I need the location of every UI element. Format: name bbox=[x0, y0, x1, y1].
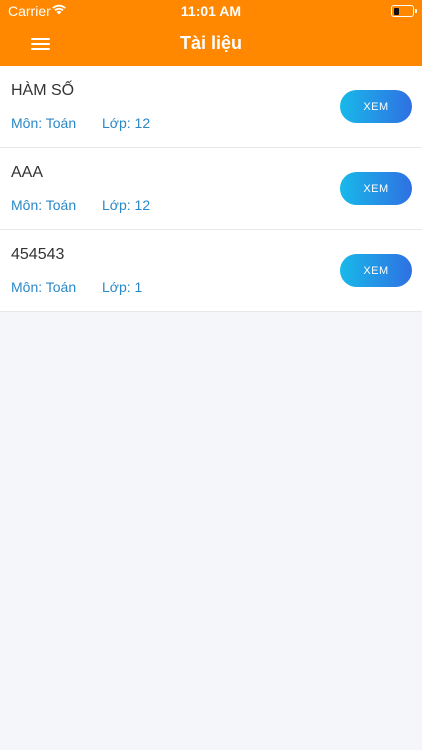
status-time: 11:01 AM bbox=[180, 3, 242, 19]
page-title: Tài liệu bbox=[179, 33, 242, 53]
document-subject: Môn: Toán bbox=[11, 279, 77, 295]
list-item: HÀM SỐ Môn: Toán Lớp: 12 XEM bbox=[0, 66, 422, 148]
document-title: HÀM SỐ bbox=[11, 82, 75, 99]
document-title: AAA bbox=[11, 164, 44, 181]
document-list: HÀM SỐ Môn: Toán Lớp: 12 XEM AAA Môn: To… bbox=[0, 66, 422, 312]
battery-level bbox=[393, 7, 399, 15]
document-grade: Lớp: 1 bbox=[102, 279, 143, 295]
view-button[interactable]: XEM bbox=[340, 90, 412, 123]
document-grade: Lớp: 12 bbox=[102, 197, 151, 213]
status-bar: Carrier 11:01 AM bbox=[0, 0, 422, 22]
view-button[interactable]: XEM bbox=[340, 172, 412, 205]
list-item: 454543 Môn: Toán Lớp: 1 XEM bbox=[0, 230, 422, 312]
view-button[interactable]: XEM bbox=[340, 254, 412, 287]
nav-bar: Tài liệu bbox=[0, 22, 422, 66]
battery-icon bbox=[391, 5, 417, 17]
document-grade: Lớp: 12 bbox=[102, 115, 151, 131]
document-title: 454543 bbox=[11, 246, 65, 263]
document-subject: Môn: Toán bbox=[11, 197, 77, 213]
document-subject: Môn: Toán bbox=[11, 115, 77, 131]
list-item: AAA Môn: Toán Lớp: 12 XEM bbox=[0, 148, 422, 230]
